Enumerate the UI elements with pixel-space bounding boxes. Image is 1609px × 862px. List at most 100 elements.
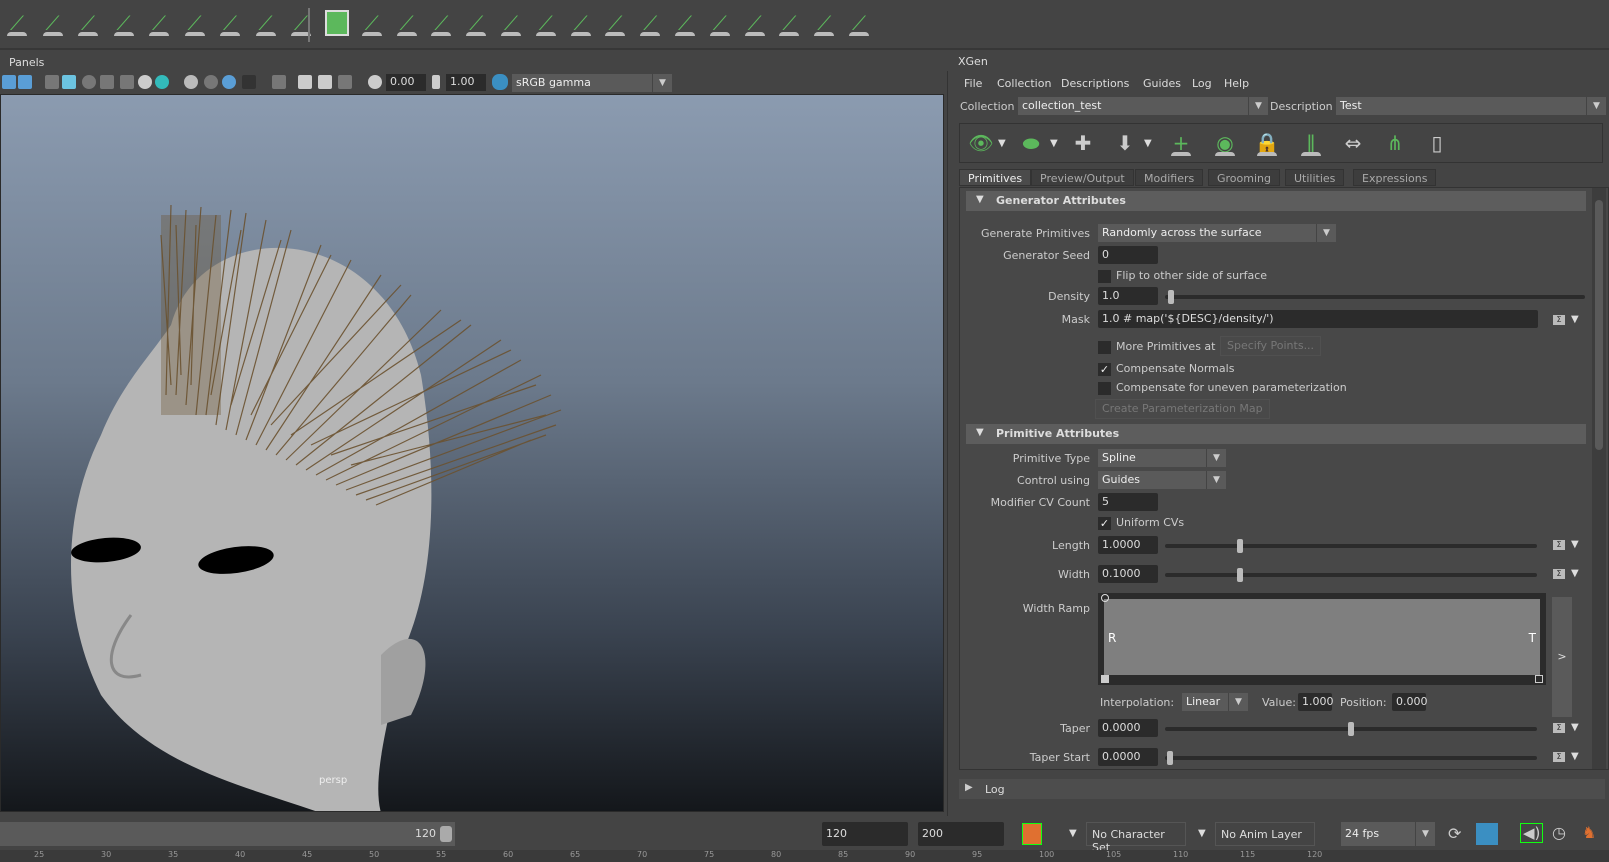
comb-brush-icon[interactable]: ⟋ (600, 8, 630, 38)
menu-guides[interactable]: Guides (1143, 77, 1181, 90)
tab-primitives[interactable]: Primitives (959, 169, 1032, 186)
chevron-down-icon[interactable]: ▼ (1571, 722, 1579, 733)
cache-playback-icon[interactable] (1476, 823, 1498, 845)
delete-guides-icon[interactable]: ⟋ (251, 8, 281, 38)
log-section-header[interactable]: ▶ Log (959, 779, 1605, 799)
safe-area-icon[interactable] (338, 75, 352, 89)
xray-icon[interactable] (120, 75, 134, 89)
slider-thumb[interactable] (1167, 751, 1173, 765)
taper-input[interactable]: 0.0000 (1098, 719, 1158, 737)
auto-key-icon[interactable] (1022, 823, 1042, 845)
specify-points-button[interactable]: Specify Points... (1220, 336, 1322, 356)
density-slider[interactable] (1165, 290, 1585, 304)
motion-blur-icon[interactable] (204, 75, 218, 89)
create-parameterization-map-button[interactable]: Create Parameterization Map (1095, 399, 1270, 419)
taper-slider[interactable] (1165, 722, 1537, 736)
export-guides-icon[interactable]: ⟋ (286, 8, 316, 38)
chevron-down-icon[interactable]: ▼ (1144, 138, 1152, 149)
uniform-cvs-checkbox[interactable]: ✓ (1098, 517, 1111, 530)
freeze-brush-icon[interactable]: ⟋ (809, 8, 839, 38)
sound-icon[interactable]: ◀) (1520, 823, 1544, 843)
description-dropdown[interactable]: Test ▼ (1336, 97, 1606, 115)
groom-brush-3-icon[interactable]: ⟋ (531, 8, 561, 38)
menu-file[interactable]: File (964, 77, 982, 90)
fps-dropdown[interactable]: 24 fps ▼ (1341, 822, 1435, 846)
anim-layer-dropdown[interactable]: No Anim Layer (1215, 822, 1315, 846)
scatter-brush-icon[interactable]: ⟋ (426, 8, 456, 38)
add-guide-icon[interactable]: + (1166, 128, 1196, 158)
modifier-cv-count-input[interactable]: 5 (1098, 493, 1158, 511)
ramp-expand-button[interactable]: > (1552, 597, 1572, 717)
tab-preview-output[interactable]: Preview/Output (1031, 169, 1134, 186)
menu-collection[interactable]: Collection (997, 77, 1051, 90)
taper-start-slider[interactable] (1165, 751, 1537, 765)
brush-grass-icon[interactable]: ⟋ (392, 8, 422, 38)
isolate-icon[interactable] (242, 75, 256, 89)
add-primitive-icon[interactable]: ⟋ (357, 8, 387, 38)
expression-editor-icon[interactable]: Σ (1553, 723, 1565, 733)
chevron-down-icon[interactable]: ▼ (1571, 751, 1579, 762)
expression-editor-icon[interactable]: Σ (1553, 540, 1565, 550)
guide-bounds-icon[interactable]: ▯ (1422, 128, 1452, 158)
range-slider[interactable]: 120 (0, 822, 455, 846)
twist-brush-icon[interactable]: ⟋ (566, 8, 596, 38)
loop-icon[interactable]: ⟳ (1448, 824, 1461, 843)
groom-brush-2-icon[interactable]: ⟋ (496, 8, 526, 38)
select-camera-icon[interactable] (272, 75, 286, 89)
gate-mask-icon[interactable] (318, 75, 332, 89)
time-ruler[interactable]: 25 30 35 40 45 50 55 60 65 70 75 80 85 90 95 100 105 110 1… (0, 850, 1609, 862)
lock-guide-icon[interactable]: 🔒 (1252, 128, 1282, 158)
density-brush-icon[interactable]: ⟋ (109, 8, 139, 38)
scrollbar-thumb[interactable] (1595, 200, 1603, 450)
noise-brush-icon[interactable]: ⟋ (670, 8, 700, 38)
shadows-icon[interactable] (155, 75, 169, 89)
show-guide-icon[interactable]: ◉ (1210, 128, 1240, 158)
menu-log[interactable]: Log (1192, 77, 1212, 90)
character-icon[interactable]: ♞ (1582, 823, 1596, 842)
add-guides-icon[interactable]: ✚ (1068, 128, 1098, 158)
viewport-3d[interactable]: persp (0, 94, 944, 812)
menu-help[interactable]: Help (1224, 77, 1249, 90)
clump-brush-icon[interactable]: ⟋ (705, 8, 735, 38)
bounding-box-icon[interactable] (100, 75, 114, 89)
preview-eye-icon[interactable]: 👁 (966, 128, 996, 158)
ramp-graph[interactable] (1104, 599, 1540, 675)
groom-brush-1-icon[interactable]: ⟋ (461, 8, 491, 38)
tab-modifiers[interactable]: Modifiers (1135, 169, 1204, 186)
antialias-icon[interactable] (222, 75, 236, 89)
collection-dropdown[interactable]: collection_test ▼ (1018, 97, 1268, 115)
playback-speed-icon[interactable]: ◷ (1552, 823, 1566, 842)
slider-thumb[interactable] (1237, 568, 1243, 582)
select-guides-icon[interactable]: ⋔ (1380, 128, 1410, 158)
expression-editor-icon[interactable]: Σ (1553, 752, 1565, 762)
chevron-down-icon[interactable]: ▼ (1050, 138, 1058, 149)
resolution-gate-icon[interactable] (298, 75, 312, 89)
cut-brush-icon[interactable]: ⟋ (635, 8, 665, 38)
select-brush-icon[interactable]: ⟋ (844, 8, 874, 38)
panels-menu[interactable]: Panels (9, 56, 44, 69)
bounding-icon[interactable]: ⟋ (215, 8, 245, 38)
primitive-attributes-header[interactable]: ▼ Primitive Attributes (966, 424, 1586, 444)
part-brush-icon[interactable]: ⟋ (740, 8, 770, 38)
generator-attributes-header[interactable]: ▼ Generator Attributes (966, 191, 1586, 211)
ramp-point-handle[interactable] (1101, 594, 1109, 602)
mask-expression-input[interactable]: 1.0 # map('${DESC}/density/') (1098, 310, 1538, 328)
scrollbar[interactable] (1592, 188, 1606, 769)
texture-icon[interactable] (18, 75, 32, 89)
smooth-brush-icon[interactable]: ⟋ (774, 8, 804, 38)
range-slider-handle[interactable] (440, 826, 452, 842)
taper-start-input[interactable]: 0.0000 (1098, 748, 1158, 766)
ambient-occlusion-icon[interactable] (184, 75, 198, 89)
more-primitives-checkbox[interactable] (1098, 341, 1111, 354)
generator-seed-input[interactable]: 0 (1098, 246, 1158, 264)
compensate-uneven-checkbox[interactable] (1098, 382, 1111, 395)
clear-preview-icon[interactable]: ⬬ (1016, 128, 1046, 158)
chevron-down-icon[interactable]: ▼ (1571, 568, 1579, 579)
ramp-point-delete-icon[interactable] (1101, 675, 1109, 683)
control-using-dropdown[interactable]: Guides ▼ (1098, 471, 1226, 489)
chevron-down-icon[interactable]: ▼ (1571, 539, 1579, 550)
expression-editor-icon[interactable]: Σ (1553, 315, 1565, 325)
slider-thumb[interactable] (1348, 722, 1354, 736)
tab-grooming[interactable]: Grooming (1208, 169, 1280, 186)
sample-guides-icon[interactable]: ⬇ (1110, 128, 1140, 158)
